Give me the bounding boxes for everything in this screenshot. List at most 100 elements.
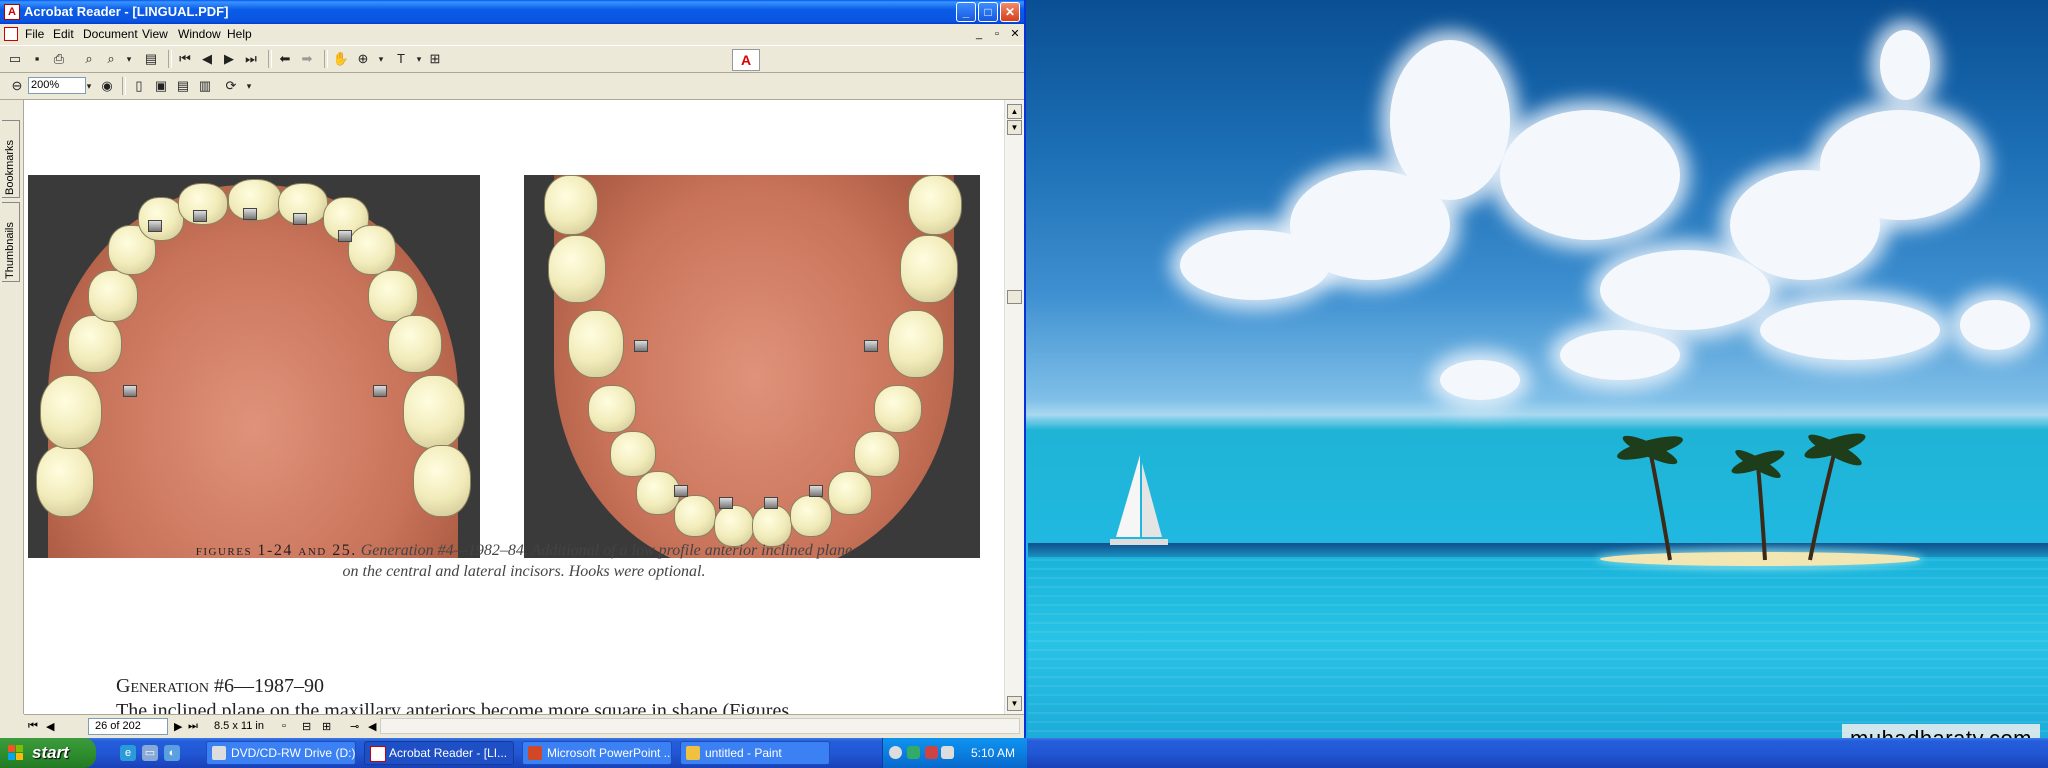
tray-antivirus-icon[interactable] [925,746,938,759]
zoom-in-circle-icon[interactable]: ◉ [98,77,116,95]
palm-trees-illustration [1617,433,1866,561]
next-page-status-icon[interactable]: ▶ [174,720,182,733]
windows-flag-icon [8,745,23,760]
last-page-icon[interactable]: ⏭ [242,50,260,68]
taskbar-item-dvd-drive[interactable]: DVD/CD-RW Drive (D:) [206,741,356,765]
menu-edit[interactable]: Edit [53,27,74,41]
page-number-field[interactable]: 26 of 202 [88,718,168,735]
menu-document[interactable]: Document [83,27,138,41]
view-toolbar: ⊖ 200% ▾ ◉ ▯ ▣ ▤ ▥ ⟳ ▾ [0,73,1024,100]
go-forward-icon[interactable]: ➡ [298,50,316,68]
navigation-pane-tabs: Bookmarks Thumbnails [0,100,24,714]
rotate-dropdown-icon[interactable]: ▾ [240,77,258,95]
document-page[interactable]: figures 1-24 and 25. Generation #4—1982–… [24,100,1004,714]
taskbar-item-label: Microsoft PowerPoint ... [547,746,672,760]
taskbar-item-label: untitled - Paint [705,746,782,760]
prev-page-status-icon[interactable]: ◀ [46,720,54,733]
adobe-logo[interactable]: A [732,49,760,71]
first-page-icon[interactable]: ⏮ [176,50,194,68]
horizontal-scrollbar[interactable] [380,718,1020,734]
minimize-button[interactable]: _ [956,2,976,22]
column-select-icon[interactable]: ⊞ [426,50,444,68]
scroll-left-arrow[interactable]: ◀ [368,720,376,733]
tray-app-icon[interactable] [907,746,920,759]
tag-icon[interactable]: ⊸ [350,720,359,733]
taskbar-item-label: Acrobat Reader - [LI... [389,746,508,760]
taskbar: start e ▭ ◐ DVD/CD-RW Drive (D:) Acrobat… [0,738,2048,768]
fit-page-icon[interactable]: ▣ [152,77,170,95]
vertical-scrollbar[interactable]: ▲ ▼ ▼ [1004,100,1024,714]
search-dropdown-icon[interactable]: ▾ [120,50,138,68]
zoom-out-icon[interactable]: ⊖ [8,77,26,95]
toolbar-separator [122,77,126,95]
hand-tool-icon[interactable]: ✋ [332,50,350,68]
save-icon[interactable]: ▪ [28,50,46,68]
single-page-icon[interactable]: ▫ [282,720,286,732]
system-tray: 5:10 AM [882,738,1027,768]
find-icon[interactable]: ⌕ [80,50,98,68]
go-back-icon[interactable]: ⬅ [276,50,294,68]
document-menu-icon[interactable] [4,27,18,41]
figure-caption-text: Generation #4—1982–84. Additional of a l… [360,542,853,559]
search-icon[interactable]: ⌕ [102,50,120,68]
print-icon[interactable]: ⎙ [50,50,68,68]
actual-size-icon[interactable]: ▯ [130,77,148,95]
menu-window[interactable]: Window [178,27,221,41]
scroll-down-arrow-top[interactable]: ▼ [1007,120,1022,135]
media-player-icon[interactable]: ◐ [164,745,180,761]
sailboat-illustration [1110,455,1168,545]
start-button[interactable]: start [0,738,96,768]
tray-network-icon[interactable] [941,746,954,759]
first-page-status-icon[interactable]: ⏮ [28,720,38,733]
zoom-level-field[interactable]: 200% [28,77,86,94]
tab-thumbnails[interactable]: Thumbnails [2,202,20,282]
acrobat-icon [370,746,386,762]
tab-bookmarks[interactable]: Bookmarks [2,120,20,198]
start-label: start [32,743,69,762]
fit-visible-icon[interactable]: ▥ [196,77,214,95]
menu-bar: File Edit Document View Window Help _ ▫ … [0,24,1024,45]
figure-1-25-photo [524,175,980,558]
fit-width-icon[interactable]: ▤ [174,77,192,95]
taskbar-item-paint[interactable]: untitled - Paint [680,741,830,765]
open-icon[interactable]: ▭ [6,50,24,68]
document-close-button[interactable]: ✕ [1008,27,1022,41]
zoom-tool-icon[interactable]: ⊕ [354,50,372,68]
tab-bookmarks-label: Bookmarks [4,139,16,195]
facing-pages-icon[interactable]: ⊞ [322,720,331,733]
text-select-icon[interactable]: T [392,50,410,68]
internet-explorer-icon[interactable]: e [120,745,136,761]
rotate-icon[interactable]: ⟳ [222,77,240,95]
taskbar-item-label: DVD/CD-RW Drive (D:) [231,746,356,760]
tray-expand-icon[interactable] [889,746,902,759]
toolbar-separator [324,50,328,68]
document-restore-button[interactable]: ▫ [990,27,1004,41]
taskbar-item-acrobat-reader[interactable]: Acrobat Reader - [LI... [364,741,514,765]
toolbar-separator [268,50,272,68]
title-bar[interactable]: A Acrobat Reader - [LINGUAL.PDF] _ □ ✕ [0,0,1024,24]
paint-icon [686,746,700,760]
scroll-up-arrow[interactable]: ▲ [1007,104,1022,119]
figure-caption: figures 1-24 and 25. Generation #4—1982–… [114,540,934,582]
continuous-icon[interactable]: ⊟ [302,720,311,733]
zoom-dropdown-icon[interactable]: ▾ [372,50,390,68]
tab-thumbnails-label: Thumbnails [4,222,16,279]
acrobat-app-icon[interactable]: A [4,4,20,20]
menu-file[interactable]: File [25,27,44,41]
menu-help[interactable]: Help [227,27,252,41]
close-button[interactable]: ✕ [1000,2,1020,22]
zoom-level-dropdown-icon[interactable]: ▾ [80,77,98,95]
next-page-icon[interactable]: ▶ [220,50,238,68]
document-minimize-button[interactable]: _ [972,27,986,41]
figure-caption-text-line2: on the central and lateral incisors. Hoo… [342,563,706,580]
menu-view[interactable]: View [142,27,168,41]
show-hide-navigation-icon[interactable]: ▤ [142,50,160,68]
previous-page-icon[interactable]: ◀ [198,50,216,68]
last-page-status-icon[interactable]: ⏭ [188,720,198,733]
maximize-button[interactable]: □ [978,2,998,22]
scroll-down-arrow[interactable]: ▼ [1007,696,1022,711]
show-desktop-icon[interactable]: ▭ [142,745,158,761]
scroll-thumb[interactable] [1007,290,1022,304]
taskbar-item-powerpoint[interactable]: Microsoft PowerPoint ... [522,741,672,765]
acrobat-reader-window: A Acrobat Reader - [LINGUAL.PDF] _ □ ✕ F… [0,0,1026,738]
